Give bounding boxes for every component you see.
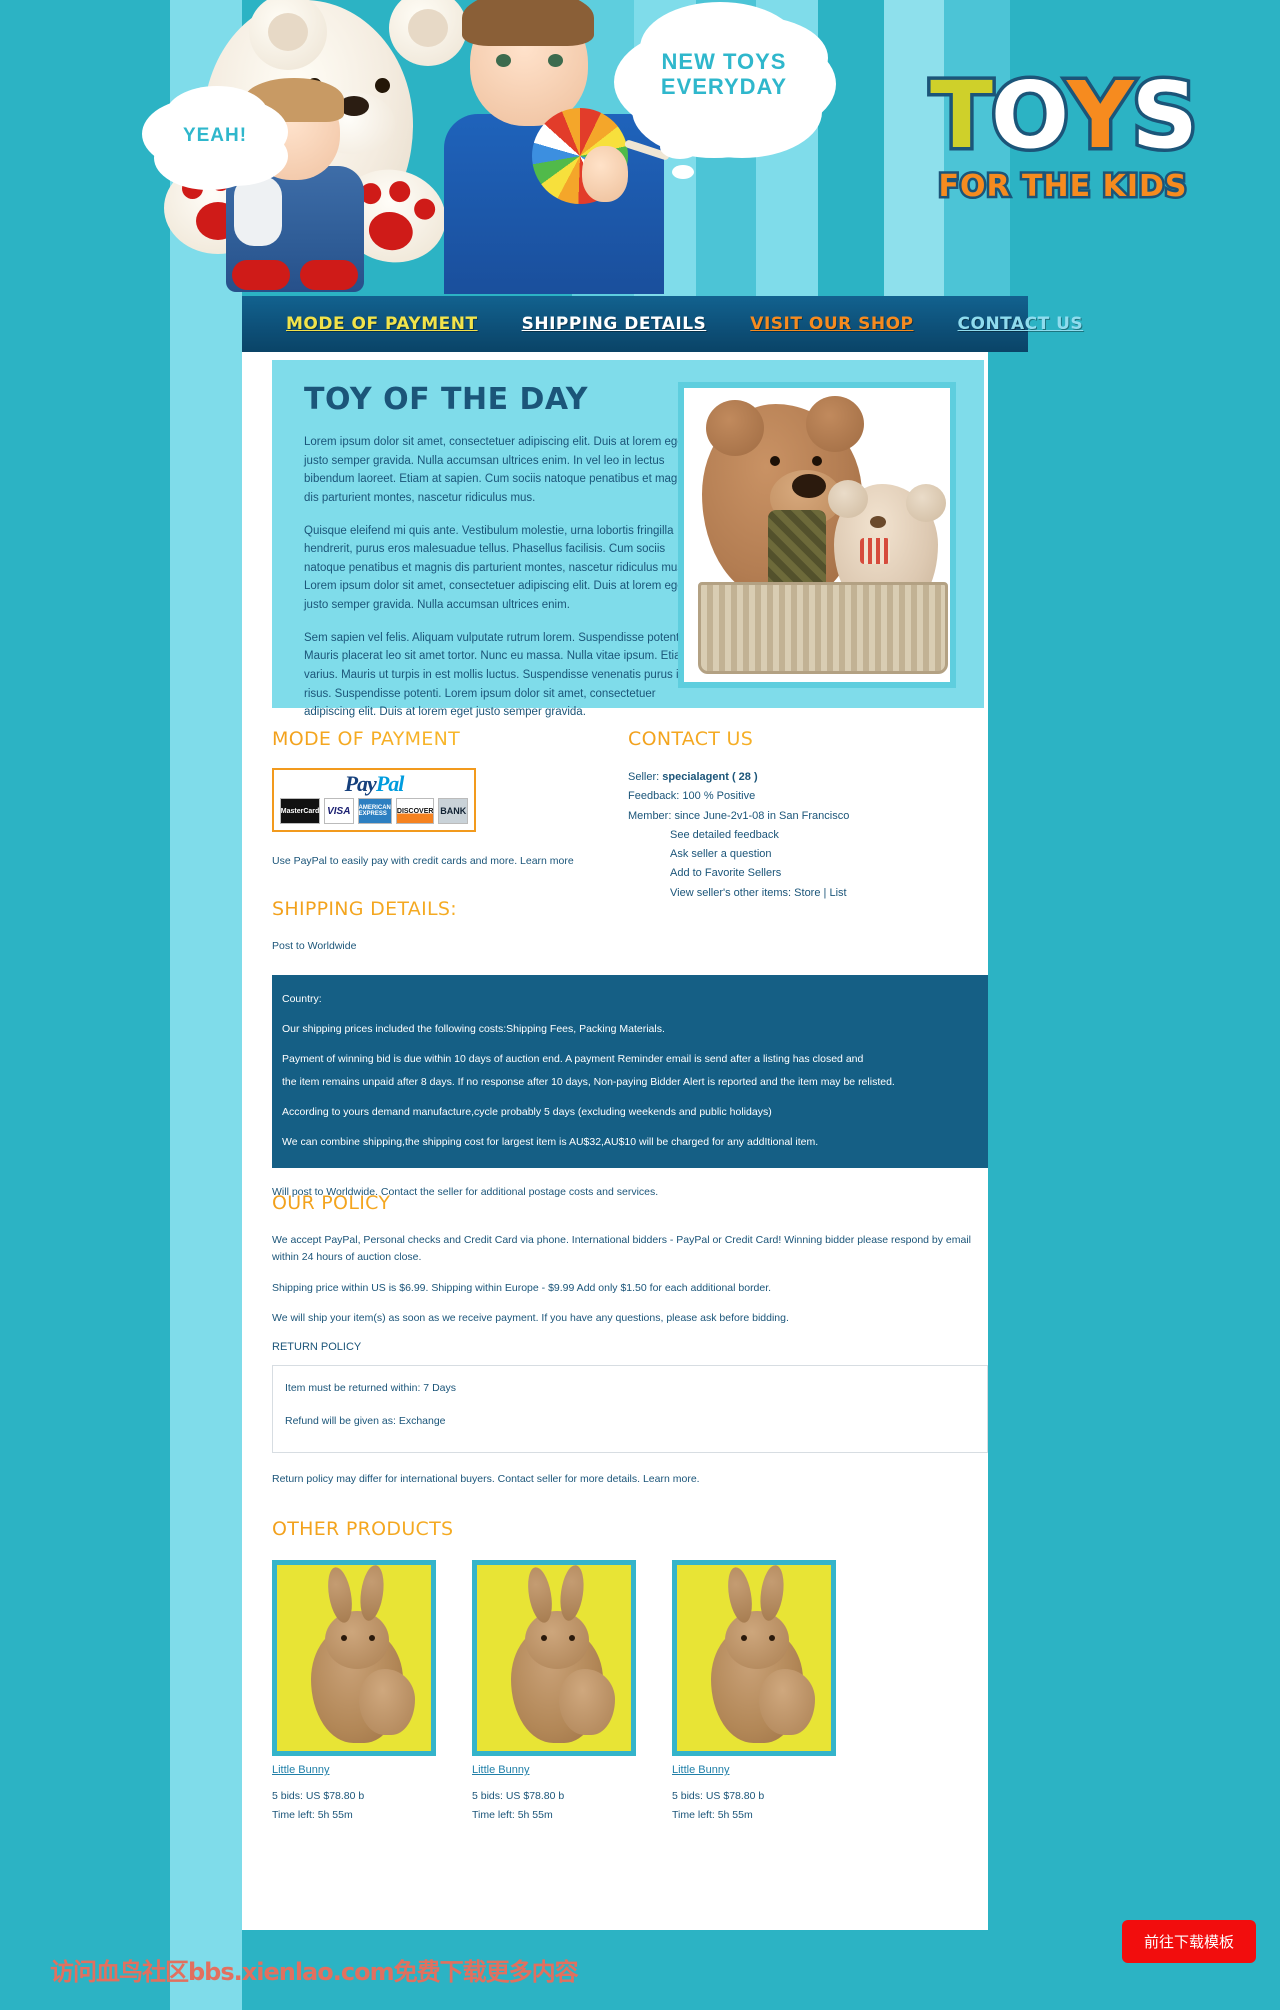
logo-tagline: FOR THE KIDS bbox=[936, 169, 1189, 204]
policy-paragraph-2: Shipping price within US is $6.99. Shipp… bbox=[272, 1281, 772, 1294]
seller-label: Seller: bbox=[628, 771, 660, 783]
site-logo: TOYS FOR THE KIDS bbox=[908, 62, 1218, 204]
link-ask-seller-a-question[interactable]: Ask seller a question bbox=[628, 845, 988, 864]
seller-line: Seller: specialagent ( 28 ) bbox=[628, 768, 988, 787]
product-image[interactable] bbox=[272, 1560, 436, 1756]
shipping-info-box: Country: Our shipping prices included th… bbox=[272, 974, 988, 1169]
toy-of-the-day-panel: TOY OF THE DAY Lorem ipsum dolor sit ame… bbox=[272, 360, 984, 718]
other-products-grid: Little Bunny 5 bids: US $78.80 b Time le… bbox=[272, 1560, 988, 1825]
link-list[interactable]: List bbox=[829, 887, 846, 899]
mode-of-payment-section: MODE OF PAYMENT PayPal MasterCard VISA A… bbox=[272, 728, 628, 903]
member-line: Member: since June-2v1-08 in San Francis… bbox=[628, 809, 850, 822]
shipping-line-payment-1: Payment of winning bid is due within 10 … bbox=[282, 1053, 864, 1066]
discover-icon: DISCOVER bbox=[395, 798, 435, 825]
other-items-label: View seller's other items: bbox=[670, 886, 792, 899]
background-stripe-left bbox=[170, 0, 242, 2010]
product-title-link[interactable]: Little Bunny bbox=[472, 1764, 529, 1776]
boy-with-lollipop bbox=[434, 0, 671, 294]
our-policy-section: OUR POLICY We accept PayPal, Personal ch… bbox=[272, 1192, 988, 1502]
policy-paragraph-3: We will ship your item(s) as soon as we … bbox=[272, 1312, 789, 1325]
bubble-new-line2: EVERYDAY bbox=[660, 74, 788, 99]
shipping-details-section: SHIPPING DETAILS: Post to Worldwide Coun… bbox=[272, 898, 988, 1215]
product-bids: 5 bids: US $78.80 b bbox=[672, 1790, 765, 1802]
toy-of-the-day-paragraph-3: Sem sapien vel felis. Aliquam vulputate … bbox=[304, 631, 691, 719]
mastercard-icon: MasterCard bbox=[280, 798, 320, 825]
logo-letter-t: T bbox=[927, 62, 997, 169]
link-store[interactable]: Store bbox=[794, 887, 820, 899]
product-bids: 5 bids: US $78.80 b bbox=[472, 1790, 565, 1802]
feedback-line: Feedback: 100 % Positive bbox=[628, 790, 756, 803]
our-policy-title: OUR POLICY bbox=[272, 1192, 988, 1214]
amex-icon: AMERICAN EXPRESS bbox=[357, 798, 392, 825]
product-image[interactable] bbox=[472, 1560, 636, 1756]
paypal-note[interactable]: Use PayPal to easily pay with credit car… bbox=[272, 854, 628, 870]
bubble-new-line1: NEW TOYS bbox=[661, 48, 787, 74]
other-products-section: OTHER PRODUCTS Little Bunny 5 bids: US $… bbox=[272, 1518, 988, 1825]
speech-bubble-new-toys: NEW TOYS EVERYDAY bbox=[630, 14, 818, 134]
contact-us-title: CONTACT US bbox=[628, 728, 988, 750]
link-add-to-favorite-sellers[interactable]: Add to Favorite Sellers bbox=[628, 864, 988, 883]
product-bids: 5 bids: US $78.80 b bbox=[272, 1790, 365, 1802]
paypal-pal-text: Pal bbox=[375, 771, 405, 796]
teddy-bear-photo bbox=[684, 388, 950, 682]
nav-item-visit-our-shop[interactable]: VISIT OUR SHOP bbox=[750, 314, 913, 334]
product-time-left: Time left: 5h 55m bbox=[272, 1809, 353, 1822]
payment-card-logos: MasterCard VISA AMERICAN EXPRESS DISCOVE… bbox=[280, 798, 468, 825]
refund-as-line: Refund will be given as: Exchange bbox=[285, 1414, 446, 1427]
shipping-line-payment-2: the item remains unpaid after 8 days. If… bbox=[282, 1075, 895, 1088]
nav-item-contact-us[interactable]: CONTACT US bbox=[958, 314, 1084, 334]
shipping-details-title: SHIPPING DETAILS: bbox=[272, 898, 988, 920]
contact-us-section: CONTACT US Seller: specialagent ( 28 ) F… bbox=[628, 728, 988, 903]
shipping-line-combine: We can combine shipping,the shipping cos… bbox=[282, 1136, 819, 1149]
seller-name: specialagent ( 28 ) bbox=[662, 771, 758, 783]
toy-of-the-day-title: TOY OF THE DAY bbox=[304, 382, 588, 417]
download-template-button[interactable]: 前往下载模板 bbox=[1121, 1920, 1256, 1963]
logo-toys-word: TOYS bbox=[908, 62, 1218, 169]
toy-of-the-day-image-frame bbox=[678, 382, 956, 688]
bank-icon: BANK bbox=[438, 798, 468, 825]
return-within-line: Item must be returned within: 7 Days bbox=[285, 1382, 456, 1395]
product-title-link[interactable]: Little Bunny bbox=[272, 1764, 329, 1776]
paypal-pay-text: Pay bbox=[344, 771, 377, 796]
logo-letter-s: S bbox=[1128, 62, 1201, 169]
product-time-left: Time left: 5h 55m bbox=[672, 1809, 753, 1822]
product-time-left: Time left: 5h 55m bbox=[472, 1809, 553, 1822]
mode-of-payment-title: MODE OF PAYMENT bbox=[272, 728, 628, 750]
product-title-link[interactable]: Little Bunny bbox=[672, 1764, 729, 1776]
shipping-line-costs: Our shipping prices included the followi… bbox=[282, 1023, 665, 1036]
post-to-label: Post to Worldwide bbox=[272, 940, 357, 952]
product-image[interactable] bbox=[672, 1560, 836, 1756]
toy-of-the-day-paragraph-2: Quisque eleifend mi quis ante. Vestibulu… bbox=[304, 524, 687, 612]
nav-item-shipping-details[interactable]: SHIPPING DETAILS bbox=[522, 314, 707, 334]
speech-bubble-yeah: YEAH! bbox=[152, 96, 278, 176]
main-navigation: MODE OF PAYMENT SHIPPING DETAILS VISIT O… bbox=[242, 296, 1083, 352]
visa-icon: VISA bbox=[324, 798, 354, 825]
shipping-line-country: Country: bbox=[282, 992, 322, 1005]
paypal-wordmark: PayPal bbox=[280, 771, 468, 796]
product-card[interactable]: Little Bunny 5 bids: US $78.80 b Time le… bbox=[272, 1560, 436, 1825]
paypal-badge[interactable]: PayPal MasterCard VISA AMERICAN EXPRESS … bbox=[272, 768, 476, 833]
bubble-tail-small bbox=[672, 165, 694, 179]
product-card[interactable]: Little Bunny 5 bids: US $78.80 b Time le… bbox=[672, 1560, 836, 1825]
site-header: YEAH! NEW TOYS EVERYDAY TOYS FOR THE KID… bbox=[0, 0, 1280, 296]
link-see-detailed-feedback[interactable]: See detailed feedback bbox=[628, 826, 988, 845]
bubble-tail-large bbox=[660, 135, 700, 159]
return-policy-footer-note[interactable]: Return policy may differ for internation… bbox=[272, 1471, 988, 1488]
policy-paragraph-1: We accept PayPal, Personal checks and Cr… bbox=[272, 1234, 972, 1263]
shipping-line-manufacture: According to yours demand manufacture,cy… bbox=[282, 1105, 772, 1118]
product-card[interactable]: Little Bunny 5 bids: US $78.80 b Time le… bbox=[472, 1560, 636, 1825]
site-watermark: 访问血鸟社区bbs.xienlao.com免费下载更多内容 bbox=[50, 1958, 579, 1986]
toy-of-the-day-text: TOY OF THE DAY Lorem ipsum dolor sit ame… bbox=[304, 382, 694, 718]
logo-letter-o: O bbox=[987, 62, 1072, 169]
return-policy-title: RETURN POLICY bbox=[272, 1341, 362, 1354]
bubble-yeah-text: YEAH! bbox=[182, 125, 248, 146]
other-items-separator: | bbox=[823, 886, 827, 899]
payment-contact-row: MODE OF PAYMENT PayPal MasterCard VISA A… bbox=[272, 728, 988, 903]
toy-of-the-day-paragraph-1: Lorem ipsum dolor sit amet, consectetuer… bbox=[304, 436, 693, 504]
other-products-title: OTHER PRODUCTS bbox=[272, 1518, 988, 1540]
nav-item-mode-of-payment[interactable]: MODE OF PAYMENT bbox=[286, 314, 478, 334]
return-policy-box: Item must be returned within: 7 Days Ref… bbox=[272, 1365, 988, 1453]
logo-letter-y: Y bbox=[1064, 62, 1138, 169]
